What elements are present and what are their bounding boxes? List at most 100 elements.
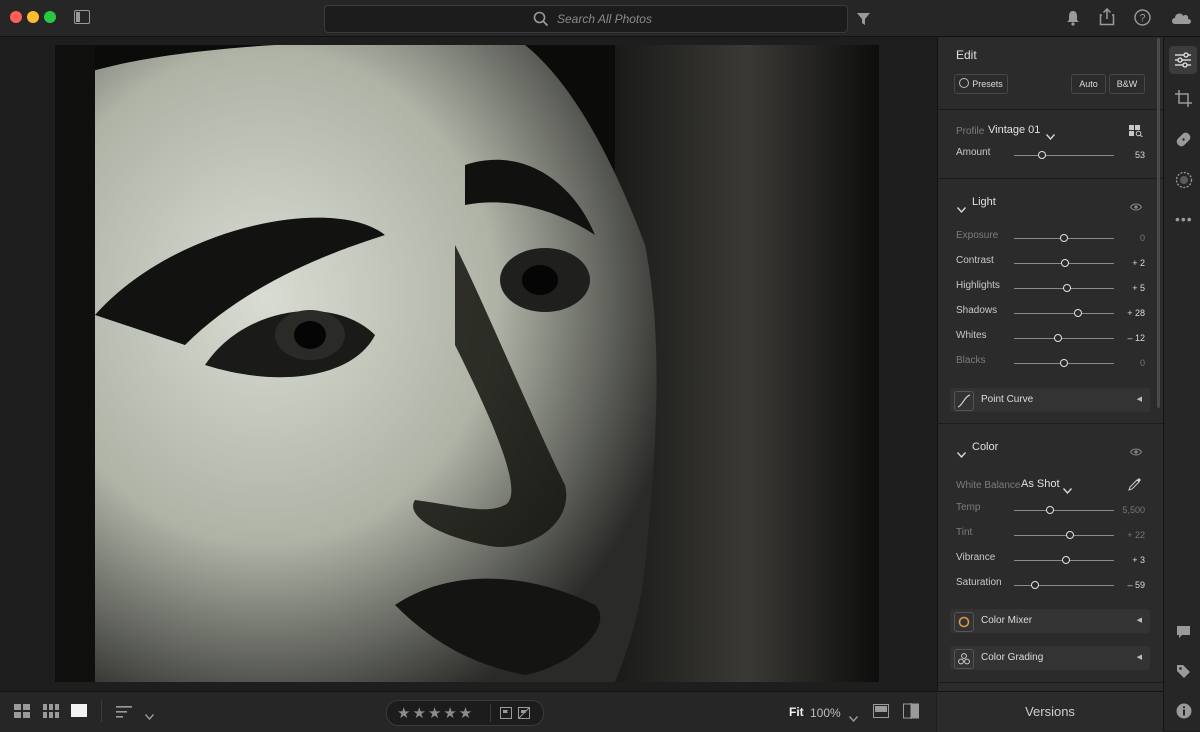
detail-view-icon[interactable]	[71, 704, 87, 723]
eyedropper-icon[interactable]	[1128, 477, 1142, 496]
vibrance-label: Vibrance	[956, 552, 996, 563]
color-section-title[interactable]: Color	[972, 441, 998, 453]
saturation-slider-knob[interactable]	[1030, 581, 1039, 589]
search-icon	[533, 11, 549, 27]
rating-divider	[490, 704, 491, 722]
vibrance-slider-knob[interactable]	[1061, 556, 1070, 564]
light-collapse-chevron-icon[interactable]	[956, 200, 967, 218]
search-input[interactable]: Search All Photos	[557, 12, 652, 26]
blacks-label: Blacks	[956, 355, 986, 366]
tint-slider-track[interactable]	[1014, 535, 1114, 536]
white-balance-value[interactable]: As Shot	[1021, 478, 1060, 490]
show-original-icon[interactable]	[873, 704, 889, 723]
saturation-value: – 59	[1127, 580, 1145, 590]
tool-rail: •••	[1163, 37, 1200, 731]
compare-view-icon[interactable]	[903, 703, 919, 724]
profile-dropdown-chevron-icon[interactable]	[1045, 127, 1056, 145]
color-grading-row[interactable]: Color Grading ◀	[950, 646, 1150, 670]
black-and-white-button[interactable]: B&W	[1109, 74, 1145, 94]
color-mixer-label: Color Mixer	[981, 615, 1033, 626]
temp-slider-knob[interactable]	[1046, 506, 1054, 514]
info-icon[interactable]	[1176, 703, 1192, 724]
help-icon[interactable]: ?	[1134, 9, 1151, 31]
cloud-sync-icon[interactable]	[1170, 11, 1192, 30]
edit-sliders-icon[interactable]	[1175, 52, 1191, 73]
presets-icon	[959, 78, 970, 88]
shadows-slider-track[interactable]	[1014, 313, 1114, 314]
edit-panel-title: Edit	[956, 48, 977, 62]
auto-button[interactable]: Auto	[1071, 74, 1106, 94]
maximize-window-button[interactable]	[44, 11, 56, 23]
light-visibility-eye-icon[interactable]	[1129, 198, 1143, 216]
color-grading-expand-icon[interactable]: ◀	[1137, 653, 1142, 661]
zoom-level-value[interactable]: 100%	[810, 706, 841, 720]
share-icon[interactable]	[1099, 7, 1115, 31]
tint-label: Tint	[956, 527, 973, 538]
sort-dropdown-chevron-icon[interactable]	[144, 707, 155, 725]
crop-icon[interactable]	[1175, 90, 1192, 112]
white-balance-dropdown-chevron-icon[interactable]	[1062, 481, 1073, 499]
shadows-slider-knob[interactable]	[1074, 309, 1082, 317]
tint-slider-knob[interactable]	[1066, 531, 1074, 539]
sort-icon[interactable]	[116, 705, 132, 723]
color-grading-icon	[954, 649, 974, 669]
light-section-title[interactable]: Light	[972, 196, 996, 208]
color-mixer-expand-icon[interactable]: ◀	[1137, 616, 1142, 624]
color-mixer-icon	[954, 612, 974, 632]
minimize-window-button[interactable]	[27, 11, 39, 23]
contrast-value: + 2	[1132, 258, 1145, 268]
color-collapse-chevron-icon[interactable]	[956, 445, 967, 463]
highlights-slider-knob[interactable]	[1062, 284, 1071, 292]
filter-icon[interactable]	[857, 12, 870, 30]
amount-slider-track[interactable]	[1014, 155, 1114, 156]
search-bar[interactable]: Search All Photos	[324, 5, 848, 33]
point-curve-expand-icon[interactable]: ◀	[1137, 395, 1142, 403]
temp-label: Temp	[956, 502, 981, 513]
zoom-fit-button[interactable]: Fit	[789, 705, 804, 719]
color-visibility-eye-icon[interactable]	[1129, 443, 1143, 461]
flag-reject-icon[interactable]	[518, 706, 530, 724]
whites-value: – 12	[1127, 333, 1145, 343]
shadows-value: + 28	[1127, 308, 1145, 318]
flag-pick-icon[interactable]	[500, 706, 512, 724]
temp-slider-track[interactable]	[1014, 510, 1114, 511]
vibrance-value: + 3	[1132, 555, 1145, 565]
whites-slider-knob[interactable]	[1054, 334, 1062, 342]
masking-icon[interactable]	[1175, 171, 1193, 194]
healing-brush-icon[interactable]	[1175, 131, 1192, 153]
saturation-slider-track[interactable]	[1014, 585, 1114, 586]
profile-browser-icon[interactable]	[1129, 124, 1143, 142]
color-mixer-row[interactable]: Color Mixer ◀	[950, 609, 1150, 633]
sidebar-toggle-icon[interactable]	[74, 10, 90, 29]
shadows-label: Shadows	[956, 305, 998, 316]
amount-slider-knob[interactable]	[1038, 151, 1046, 159]
bottom-toolbar: ★★★★★ Fit 100%	[0, 691, 936, 732]
tint-value: + 22	[1127, 530, 1145, 540]
toolbar-divider	[101, 700, 102, 722]
more-options-icon[interactable]: •••	[1175, 211, 1193, 227]
comments-icon[interactable]	[1176, 625, 1191, 644]
profile-value[interactable]: Vintage 01	[988, 124, 1040, 136]
keywords-tag-icon[interactable]	[1176, 664, 1191, 684]
versions-button[interactable]: Versions	[937, 691, 1163, 732]
whites-slider-track[interactable]	[1014, 338, 1114, 339]
panel-scrollbar[interactable]	[1157, 38, 1160, 408]
highlights-label: Highlights	[956, 280, 1000, 291]
section-divider	[938, 109, 1164, 110]
star-rating[interactable]: ★★★★★	[397, 704, 474, 722]
section-divider	[938, 423, 1164, 424]
point-curve-row[interactable]: Point Curve ◀	[950, 388, 1150, 412]
contrast-slider-knob[interactable]	[1061, 259, 1069, 267]
saturation-label: Saturation	[956, 577, 1002, 588]
zoom-dropdown-chevron-icon[interactable]	[848, 709, 859, 727]
exposure-label: Exposure	[956, 230, 999, 241]
close-window-button[interactable]	[10, 11, 22, 23]
amount-value: 53	[1134, 150, 1145, 160]
grid-view-large-icon[interactable]	[14, 704, 30, 723]
exposure-slider-knob[interactable]	[1060, 234, 1068, 242]
notification-bell-icon[interactable]	[1066, 10, 1080, 31]
grid-view-small-icon[interactable]	[43, 704, 59, 723]
presets-button[interactable]: Presets	[954, 74, 1008, 94]
blacks-slider-knob[interactable]	[1060, 359, 1068, 367]
edited-photo[interactable]	[55, 45, 879, 682]
